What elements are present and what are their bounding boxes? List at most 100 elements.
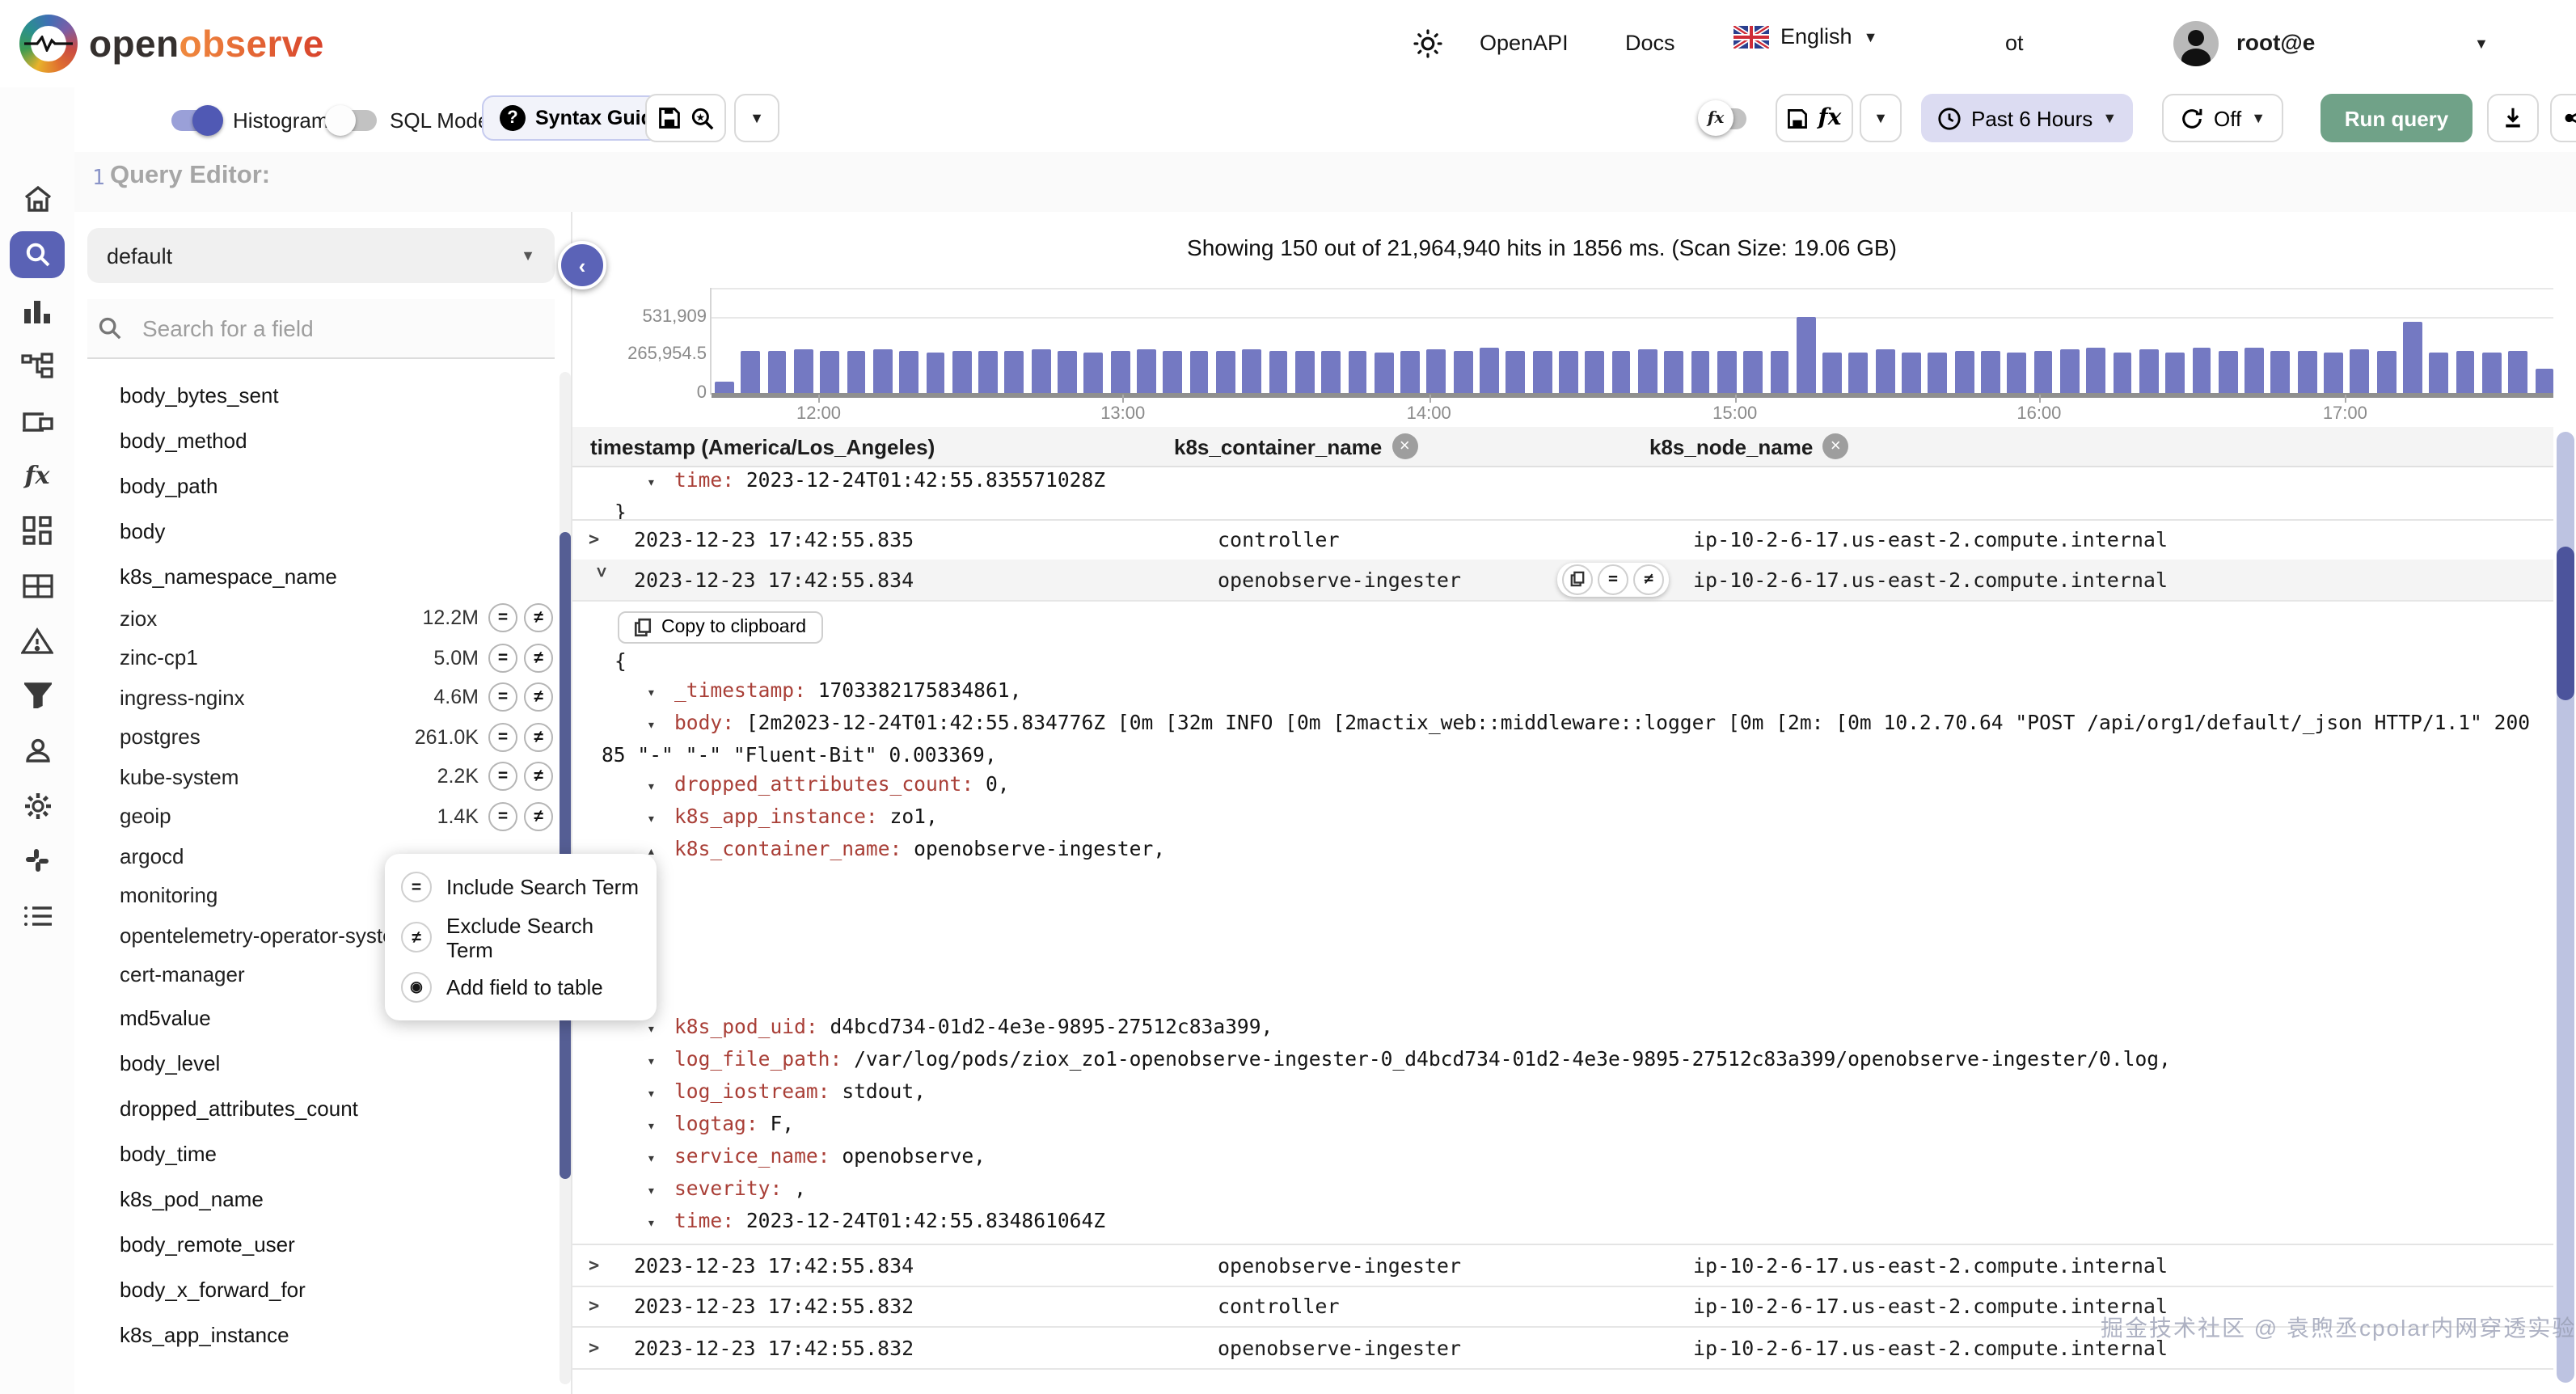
copy-to-clipboard-button[interactable]: Copy to clipboard: [618, 611, 822, 644]
field-search-input[interactable]: [139, 314, 469, 343]
sql-mode-toggle[interactable]: SQL Mode: [328, 108, 489, 133]
field-value-row[interactable]: geoip 1.4K = ≠: [74, 796, 560, 836]
sql-mode-toggle-pill[interactable]: [328, 110, 377, 131]
histogram-toggle[interactable]: Histogram: [171, 108, 329, 133]
streams-icon[interactable]: [19, 403, 55, 438]
language-selector[interactable]: English ▼: [1734, 24, 1877, 49]
collapse-sidebar-button[interactable]: ‹: [558, 241, 606, 289]
alerts-icon[interactable]: [19, 623, 55, 658]
avatar[interactable]: [2173, 21, 2219, 66]
remove-column-icon[interactable]: ×: [1822, 433, 1848, 459]
include-term-icon[interactable]: =: [1598, 564, 1628, 595]
histogram-plot[interactable]: [710, 288, 2553, 395]
run-query-button[interactable]: Run query: [2321, 94, 2473, 142]
copy-value-icon[interactable]: [1562, 564, 1593, 595]
json-toggle-icon[interactable]: [647, 1113, 674, 1142]
context-menu-item[interactable]: Include Search Term: [385, 862, 657, 912]
index-table-icon[interactable]: [19, 568, 55, 603]
json-toggle-icon[interactable]: [647, 1016, 674, 1045]
histogram-toggle-pill[interactable]: [171, 110, 220, 131]
json-toggle-icon[interactable]: [647, 1177, 674, 1206]
logs-search-icon[interactable]: [10, 231, 65, 278]
expand-row-icon[interactable]: >: [572, 1296, 631, 1317]
field-value-row[interactable]: kube-system 2.2K = ≠: [74, 757, 560, 796]
field-value-row[interactable]: zinc-cp1 5.0M = ≠: [74, 638, 560, 678]
column-header-timestamp[interactable]: timestamp (America/Los_Angeles): [572, 434, 1174, 458]
org-selector[interactable]: ot: [2005, 31, 2024, 55]
function-options-dropdown[interactable]: ▼: [1860, 94, 1902, 142]
functions-icon[interactable]: fx: [19, 458, 55, 493]
field-row[interactable]: body: [74, 508, 560, 553]
field-row[interactable]: body_level: [74, 1040, 560, 1085]
json-toggle-icon[interactable]: [647, 1048, 674, 1077]
auto-refresh-picker[interactable]: Off ▼: [2162, 94, 2283, 142]
log-row[interactable]: > 2023-12-23 17:42:55.835 controller ip-…: [572, 519, 2553, 560]
share-link-button[interactable]: [2550, 94, 2576, 142]
exclude-term-icon[interactable]: ≠: [524, 762, 553, 792]
function-toggle[interactable]: fx: [1704, 108, 1746, 129]
include-term-icon[interactable]: =: [488, 762, 517, 792]
json-toggle-icon[interactable]: [647, 1210, 674, 1239]
field-row[interactable]: body_method: [74, 417, 560, 463]
context-menu-item[interactable]: Add field to table: [385, 962, 657, 1012]
field-row[interactable]: body_bytes_sent: [74, 372, 560, 417]
docs-link[interactable]: Docs: [1625, 31, 1675, 55]
settings-gear-icon[interactable]: [19, 788, 55, 823]
field-value-row[interactable]: postgres 261.0K = ≠: [74, 717, 560, 757]
openapi-link[interactable]: OpenAPI: [1480, 31, 1569, 55]
theme-toggle-icon[interactable]: [1412, 27, 1444, 60]
save-search-button[interactable]: ★: [645, 94, 726, 142]
exclude-term-icon[interactable]: ≠: [524, 644, 553, 673]
exclude-term-icon[interactable]: ≠: [524, 802, 553, 831]
home-icon[interactable]: [19, 181, 55, 217]
log-row-expanded[interactable]: > 2023-12-23 17:42:55.834 openobserve-in…: [572, 560, 2553, 601]
exclude-term-icon[interactable]: ≠: [524, 604, 553, 633]
download-results-button[interactable]: [2487, 94, 2539, 142]
log-row[interactable]: > 2023-12-23 17:42:55.834 openobserve-in…: [572, 1245, 2553, 1286]
user-menu-chevron-icon[interactable]: ▼: [2474, 36, 2489, 52]
include-term-icon[interactable]: =: [488, 644, 517, 673]
openobserve-logo[interactable]: openobserve: [19, 15, 324, 73]
field-row[interactable]: body_time: [74, 1130, 560, 1176]
include-term-icon[interactable]: =: [488, 723, 517, 752]
query-editor[interactable]: 1 Query Editor:: [74, 152, 2576, 213]
field-row[interactable]: k8s_pod_name: [74, 1176, 560, 1221]
context-menu-item[interactable]: Exclude Search Term: [385, 912, 657, 962]
field-value-row[interactable]: ziox 12.2M = ≠: [74, 598, 560, 638]
function-toggle-pill[interactable]: fx: [1704, 108, 1746, 129]
save-options-dropdown[interactable]: ▼: [734, 94, 779, 142]
filters-icon[interactable]: [19, 678, 55, 713]
field-row[interactable]: body_x_forward_for: [74, 1266, 560, 1312]
dashboards-icon[interactable]: [19, 513, 55, 548]
expand-row-icon[interactable]: >: [572, 1337, 631, 1358]
json-toggle-icon[interactable]: [647, 1080, 674, 1109]
json-toggle-icon[interactable]: [647, 1145, 674, 1174]
main-scrollbar-thumb[interactable]: [2557, 547, 2574, 700]
saved-function-button[interactable]: fx: [1776, 94, 1853, 142]
json-toggle-icon[interactable]: [647, 712, 674, 741]
metrics-icon[interactable]: [19, 294, 55, 330]
column-header-node[interactable]: k8s_node_name ×: [1649, 433, 2553, 459]
field-row[interactable]: body_remote_user: [74, 1221, 560, 1266]
include-term-icon[interactable]: =: [488, 604, 517, 633]
users-icon[interactable]: [19, 733, 55, 768]
json-toggle-icon[interactable]: [647, 773, 674, 802]
pipelines-icon[interactable]: [19, 348, 55, 383]
exclude-term-icon[interactable]: ≠: [524, 683, 553, 712]
expand-row-icon[interactable]: >: [572, 1255, 631, 1276]
field-row[interactable]: k8s_app_instance: [74, 1312, 560, 1357]
include-term-icon[interactable]: =: [488, 802, 517, 831]
field-row[interactable]: dropped_attributes_count: [74, 1085, 560, 1130]
stream-select[interactable]: default ▼: [87, 228, 555, 283]
menu-list-icon[interactable]: [19, 898, 55, 933]
exclude-term-icon[interactable]: ≠: [1633, 564, 1664, 595]
field-row[interactable]: body_path: [74, 463, 560, 508]
include-term-icon[interactable]: =: [488, 683, 517, 712]
field-value-row[interactable]: ingress-nginx 4.6M = ≠: [74, 678, 560, 717]
field-row[interactable]: k8s_namespace_name: [74, 553, 560, 598]
json-toggle-icon[interactable]: [647, 679, 674, 708]
json-toggle-icon[interactable]: [647, 805, 674, 834]
expand-row-icon[interactable]: >: [572, 529, 631, 550]
time-range-picker[interactable]: Past 6 Hours ▼: [1921, 94, 2133, 142]
remove-column-icon[interactable]: ×: [1391, 433, 1417, 459]
